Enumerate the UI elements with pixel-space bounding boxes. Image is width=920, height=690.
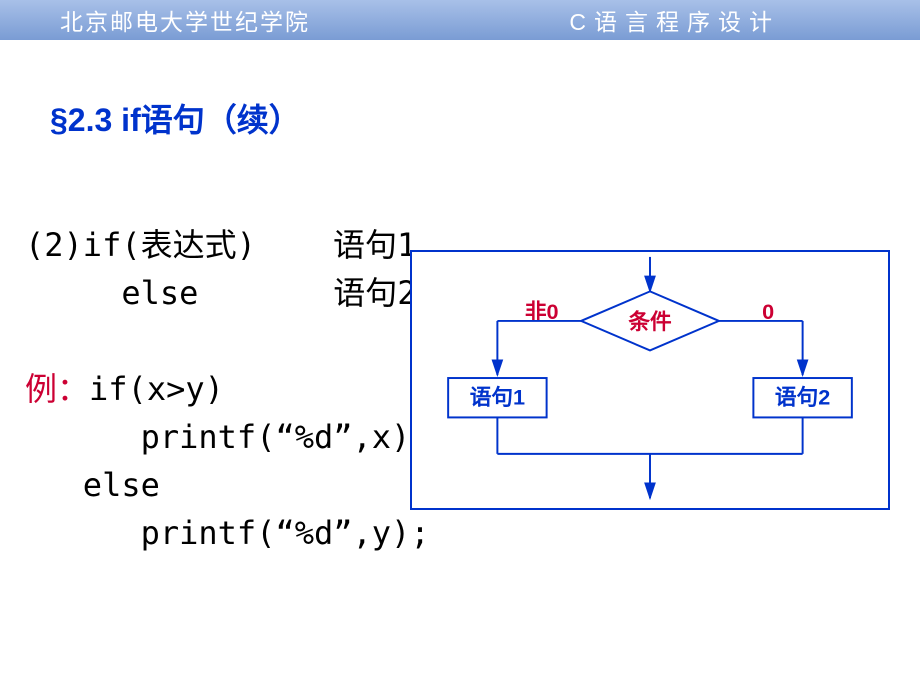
stmt1-text: 语句1 [470, 385, 525, 410]
example-line-4: printf(“%d”,y); [25, 509, 920, 557]
example-printf-y: printf(“%d”,y); [141, 514, 430, 552]
institution-name: 北京邮电大学世纪学院 [60, 3, 310, 37]
syntax-stmt2: 语句2 [333, 274, 416, 312]
syntax-stmt1: 语句1 [333, 226, 416, 264]
course-name: C语言程序设计 [569, 3, 780, 37]
syntax-if-part: (2)if(表达式) [25, 226, 256, 264]
example-printf-x: printf(“%d”,x); [141, 418, 430, 456]
slide-header: 北京邮电大学世纪学院 C语言程序设计 [0, 0, 920, 40]
example-label: 例： [25, 370, 89, 408]
example-if: if(x>y) [89, 370, 224, 408]
flowchart-svg: 条件 非0 0 语句1 语句2 [412, 252, 888, 508]
flowchart-container: 条件 非0 0 语句1 语句2 [410, 250, 890, 510]
syntax-else-part: else [121, 274, 198, 312]
example-else: else [83, 466, 160, 504]
condition-text: 条件 [628, 309, 672, 334]
stmt2-text: 语句2 [775, 385, 830, 410]
section-title: §2.3 if语句（续） [50, 95, 920, 141]
